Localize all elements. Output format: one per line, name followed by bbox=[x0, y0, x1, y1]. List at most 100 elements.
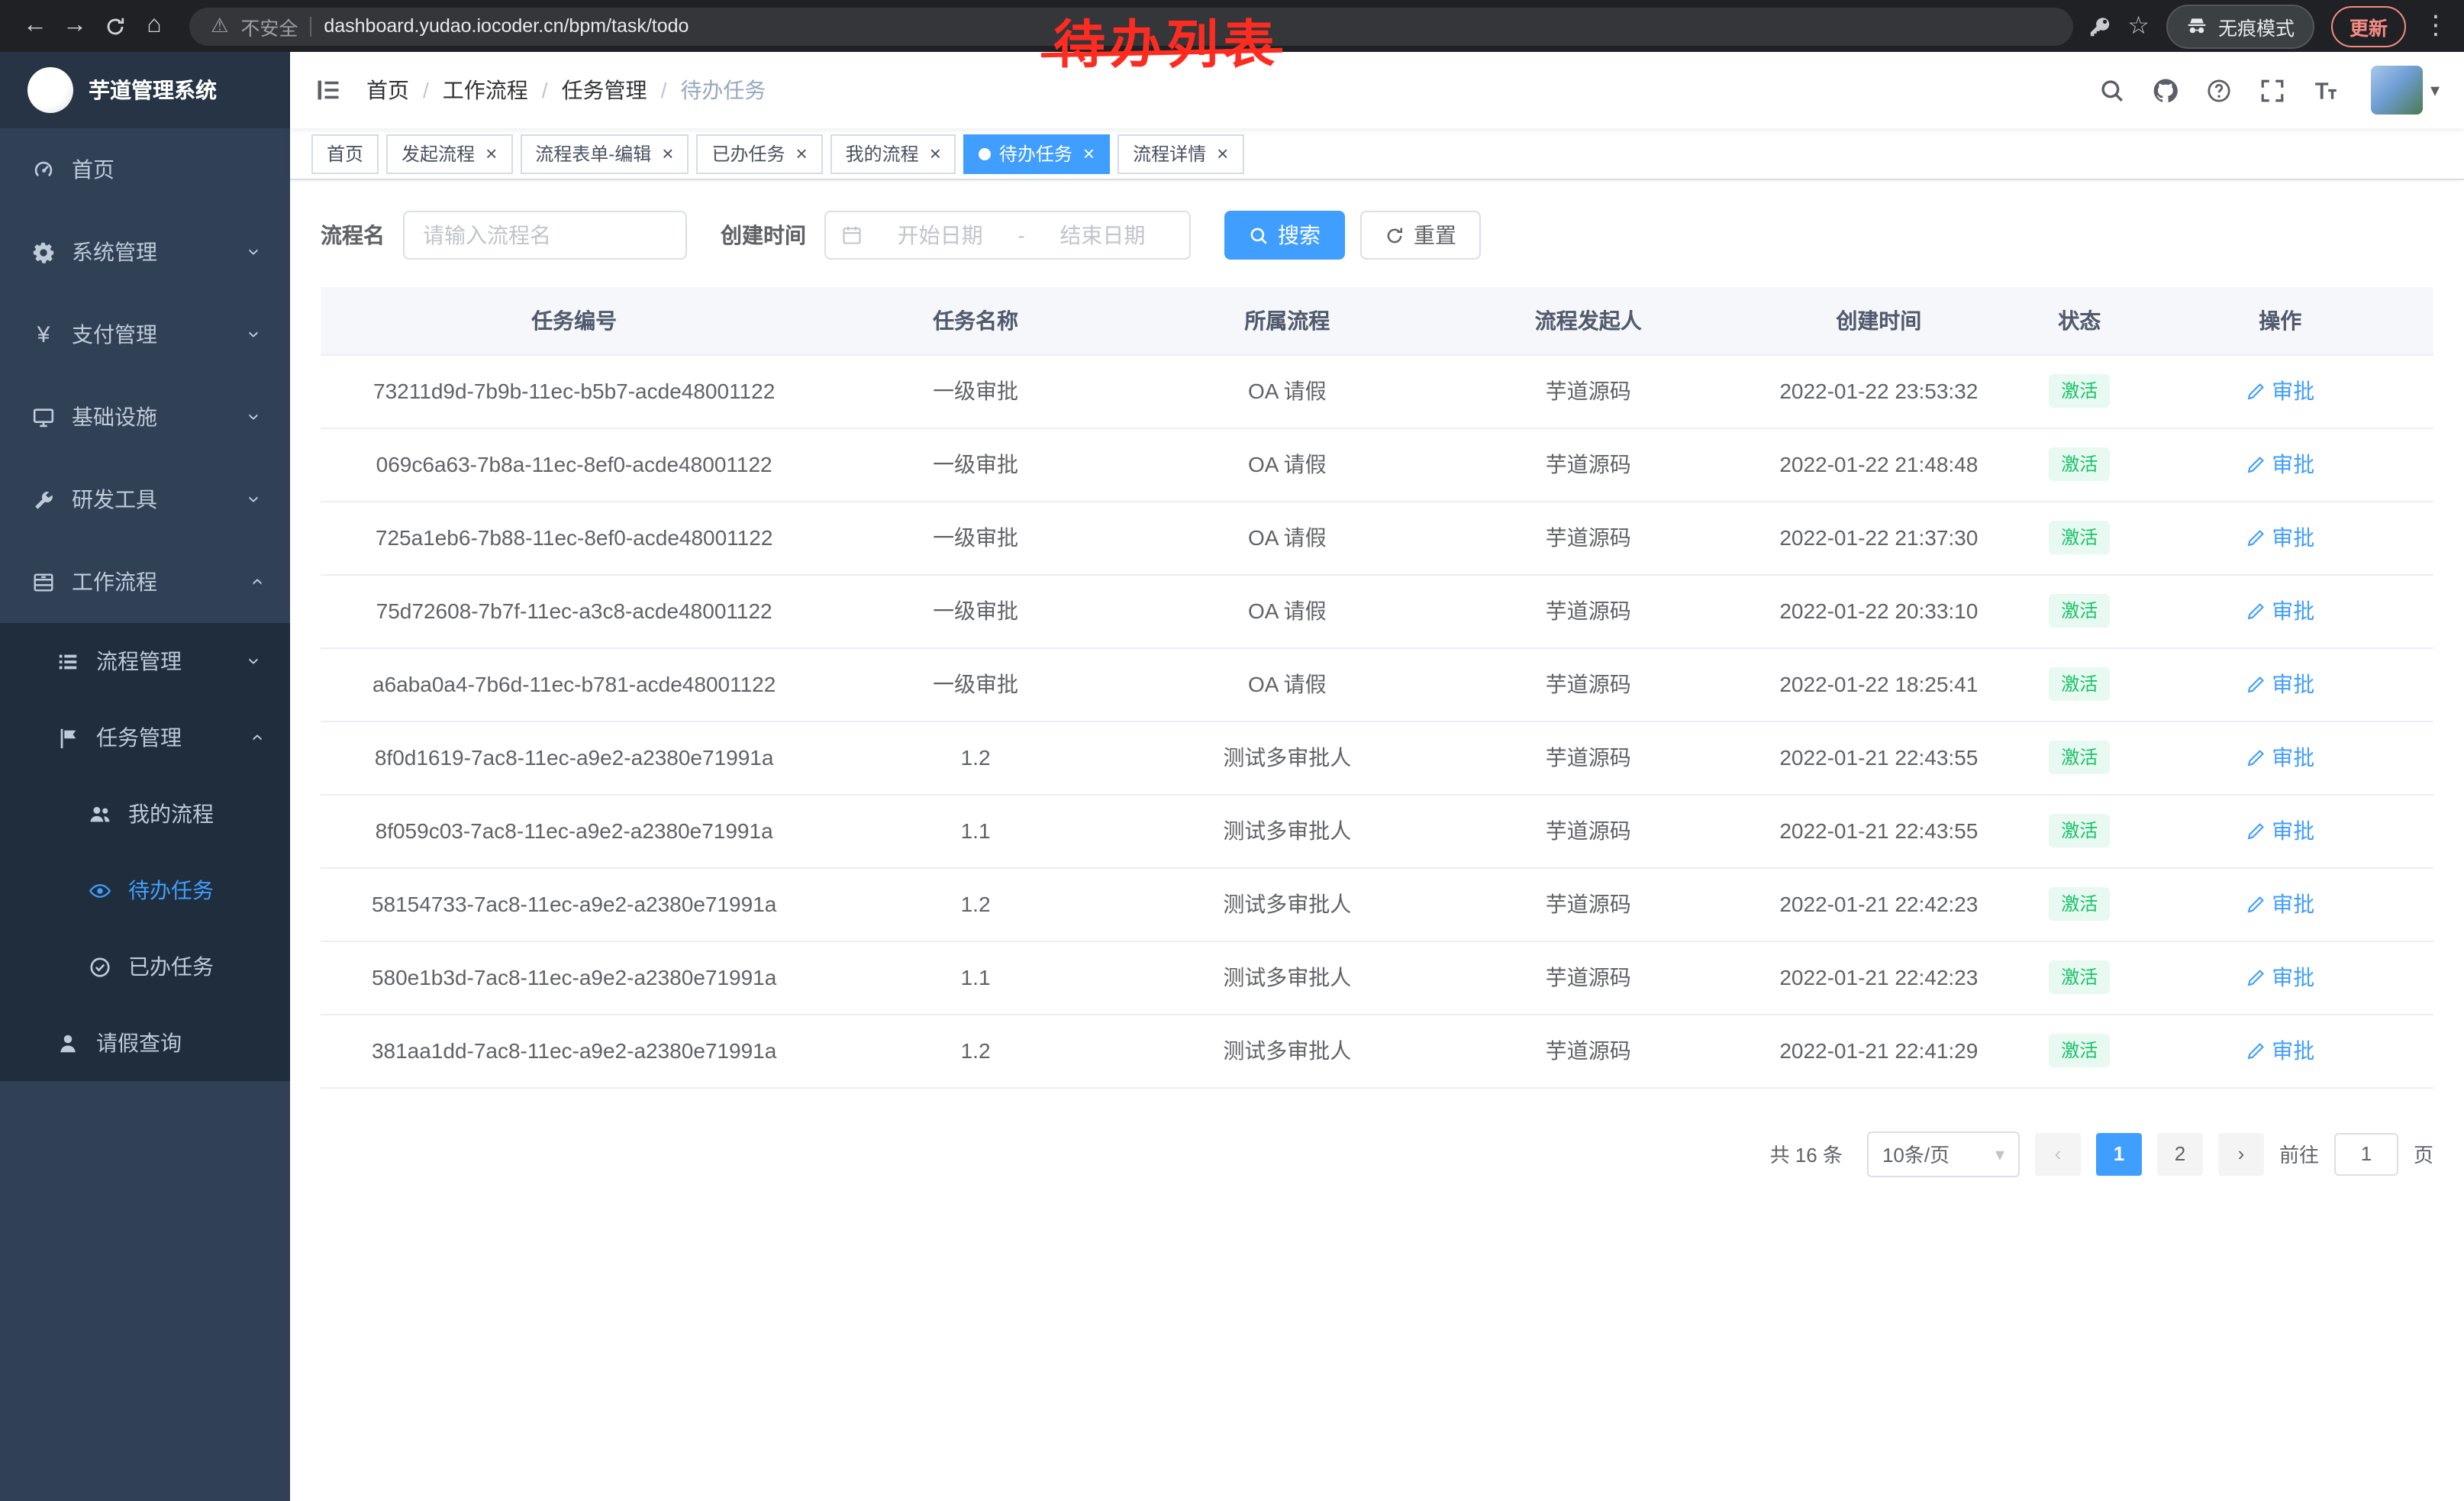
tab-bar: 首页发起流程×流程表单-编辑×已办任务×我的流程×待办任务×流程详情× bbox=[290, 128, 2464, 180]
approve-link[interactable]: 审批 bbox=[2246, 815, 2314, 846]
forward-icon[interactable]: → bbox=[55, 6, 95, 46]
search-icon[interactable] bbox=[2085, 77, 2139, 103]
breadcrumb-item[interactable]: 任务管理 bbox=[562, 75, 647, 105]
back-icon[interactable]: ← bbox=[15, 6, 55, 46]
sidebar-item-done-task[interactable]: 已办任务 bbox=[0, 928, 290, 1005]
table-row: a6aba0a4-7b6d-11ec-b781-acde48001122一级审批… bbox=[321, 647, 2433, 721]
starter-cell: 芋道源码 bbox=[1451, 428, 1726, 501]
sidebar-item-workflow[interactable]: 工作流程› bbox=[0, 541, 290, 623]
more-menu-icon[interactable]: ⋮ bbox=[2423, 11, 2449, 41]
sidebar-item-process-mgmt[interactable]: 流程管理› bbox=[0, 623, 290, 699]
approve-link[interactable]: 审批 bbox=[2246, 889, 2314, 919]
app-logo[interactable]: 芋道管理系统 bbox=[0, 52, 290, 128]
tab-process-detail[interactable]: 流程详情× bbox=[1118, 134, 1243, 173]
top-navbar: 首页/工作流程/任务管理/待办任务 ▾ bbox=[290, 52, 2464, 128]
close-icon[interactable]: × bbox=[930, 144, 941, 163]
process-name-cell: OA 请假 bbox=[1124, 428, 1451, 501]
sidebar-item-task-mgmt[interactable]: 任务管理› bbox=[0, 699, 290, 776]
page-button-1[interactable]: 1 bbox=[2096, 1132, 2142, 1175]
task-name-cell: 一级审批 bbox=[827, 354, 1124, 428]
incognito-icon bbox=[2186, 15, 2208, 37]
sidebar-item-payment[interactable]: ¥支付管理› bbox=[0, 293, 290, 376]
breadcrumb-separator: / bbox=[542, 78, 548, 102]
sidebar-item-system[interactable]: 系统管理› bbox=[0, 211, 290, 293]
tab-todo-tasks[interactable]: 待办任务× bbox=[964, 134, 1110, 173]
sidebar-item-infrastructure[interactable]: 基础设施› bbox=[0, 376, 290, 458]
user-icon bbox=[55, 1031, 81, 1054]
approve-link[interactable]: 审批 bbox=[2246, 376, 2314, 406]
reset-button-label: 重置 bbox=[1414, 220, 1456, 250]
approve-link[interactable]: 审批 bbox=[2246, 742, 2314, 773]
prev-page-button[interactable]: ‹ bbox=[2035, 1132, 2081, 1175]
sidebar-item-label: 支付管理 bbox=[72, 319, 157, 350]
tab-start-process[interactable]: 发起流程× bbox=[386, 134, 512, 173]
search-button[interactable]: 搜索 bbox=[1224, 211, 1345, 260]
reload-icon[interactable] bbox=[95, 6, 134, 46]
status-badge: 激活 bbox=[2049, 814, 2110, 847]
fontsize-icon[interactable] bbox=[2299, 77, 2353, 103]
tab-done-tasks[interactable]: 已办任务× bbox=[696, 134, 822, 173]
tab-home[interactable]: 首页 bbox=[311, 134, 379, 173]
close-icon[interactable]: × bbox=[485, 144, 497, 163]
close-icon[interactable]: × bbox=[1217, 144, 1228, 163]
home-icon[interactable]: ⌂ bbox=[134, 6, 174, 46]
end-date-placeholder: 结束日期 bbox=[1031, 220, 1174, 250]
sidebar-item-label: 请假查询 bbox=[96, 1028, 182, 1058]
create-time-cell: 2022-01-22 21:48:48 bbox=[1726, 428, 2032, 501]
github-icon[interactable] bbox=[2139, 77, 2192, 103]
process-name-input[interactable] bbox=[403, 211, 687, 260]
task-name-cell: 一级审批 bbox=[827, 501, 1124, 574]
page-button-2[interactable]: 2 bbox=[2157, 1132, 2203, 1175]
create-time-cell: 2022-01-21 22:43:55 bbox=[1726, 794, 2032, 867]
date-range-picker[interactable]: 开始日期 - 结束日期 bbox=[824, 211, 1191, 260]
tab-my-process[interactable]: 我的流程× bbox=[830, 134, 956, 173]
reset-button[interactable]: 重置 bbox=[1360, 211, 1481, 260]
task-id-cell: 381aa1dd-7ac8-11ec-a9e2-a2380e71991a bbox=[321, 1014, 827, 1087]
action-cell: 审批 bbox=[2127, 867, 2433, 941]
page-size-select[interactable]: 10条/页 ▾ bbox=[1867, 1131, 2020, 1177]
sidebar-item-label: 我的流程 bbox=[128, 799, 214, 829]
create-time-cell: 2022-01-21 22:41:29 bbox=[1726, 1014, 2032, 1087]
close-icon[interactable]: × bbox=[662, 144, 673, 163]
tab-form-edit[interactable]: 流程表单-编辑× bbox=[520, 134, 689, 173]
approve-link[interactable]: 审批 bbox=[2246, 669, 2314, 699]
key-icon[interactable] bbox=[2088, 15, 2111, 37]
user-avatar[interactable] bbox=[2371, 66, 2423, 115]
question-icon[interactable] bbox=[2192, 77, 2246, 103]
approve-label: 审批 bbox=[2272, 815, 2314, 846]
gear-icon bbox=[31, 240, 56, 263]
table-body: 73211d9d-7b9b-11ec-b5b7-acde48001122一级审批… bbox=[321, 354, 2433, 1087]
star-icon[interactable]: ☆ bbox=[2127, 11, 2150, 41]
update-button[interactable]: 更新 bbox=[2331, 5, 2406, 47]
task-id-cell: 8f059c03-7ac8-11ec-a9e2-a2380e71991a bbox=[321, 794, 827, 867]
sidebar-item-devtools[interactable]: 研发工具› bbox=[0, 458, 290, 541]
hamburger-icon[interactable] bbox=[290, 76, 366, 104]
action-cell: 审批 bbox=[2127, 941, 2433, 1014]
edit-icon bbox=[2246, 601, 2266, 621]
close-icon[interactable]: × bbox=[795, 144, 807, 163]
approve-link[interactable]: 审批 bbox=[2246, 596, 2314, 626]
task-id-cell: 8f0d1619-7ac8-11ec-a9e2-a2380e71991a bbox=[321, 721, 827, 794]
status-badge: 激活 bbox=[2049, 741, 2110, 774]
approve-link[interactable]: 审批 bbox=[2246, 449, 2314, 479]
sidebar-item-leave-query[interactable]: 请假查询 bbox=[0, 1005, 290, 1081]
avatar-caret-down-icon[interactable]: ▾ bbox=[2430, 79, 2440, 101]
sidebar-item-home[interactable]: 首页 bbox=[0, 128, 290, 211]
create-time-cell: 2022-01-22 21:37:30 bbox=[1726, 501, 2032, 574]
status-badge: 激活 bbox=[2049, 594, 2110, 628]
list-icon bbox=[55, 650, 81, 673]
process-name-cell: OA 请假 bbox=[1124, 647, 1451, 721]
dashboard-icon bbox=[31, 158, 56, 181]
approve-link[interactable]: 审批 bbox=[2246, 522, 2314, 553]
approve-link[interactable]: 审批 bbox=[2246, 1035, 2314, 1066]
sidebar-item-my-process[interactable]: 我的流程 bbox=[0, 776, 290, 852]
approve-link[interactable]: 审批 bbox=[2246, 962, 2314, 993]
action-cell: 审批 bbox=[2127, 1014, 2433, 1087]
breadcrumb-item[interactable]: 工作流程 bbox=[443, 75, 528, 105]
next-page-button[interactable]: › bbox=[2218, 1132, 2264, 1175]
sidebar-item-todo-task[interactable]: 待办任务 bbox=[0, 852, 290, 928]
goto-page-input[interactable] bbox=[2334, 1132, 2398, 1175]
fullscreen-icon[interactable] bbox=[2246, 77, 2299, 103]
breadcrumb-item[interactable]: 首页 bbox=[366, 75, 409, 105]
close-icon[interactable]: × bbox=[1083, 144, 1095, 163]
